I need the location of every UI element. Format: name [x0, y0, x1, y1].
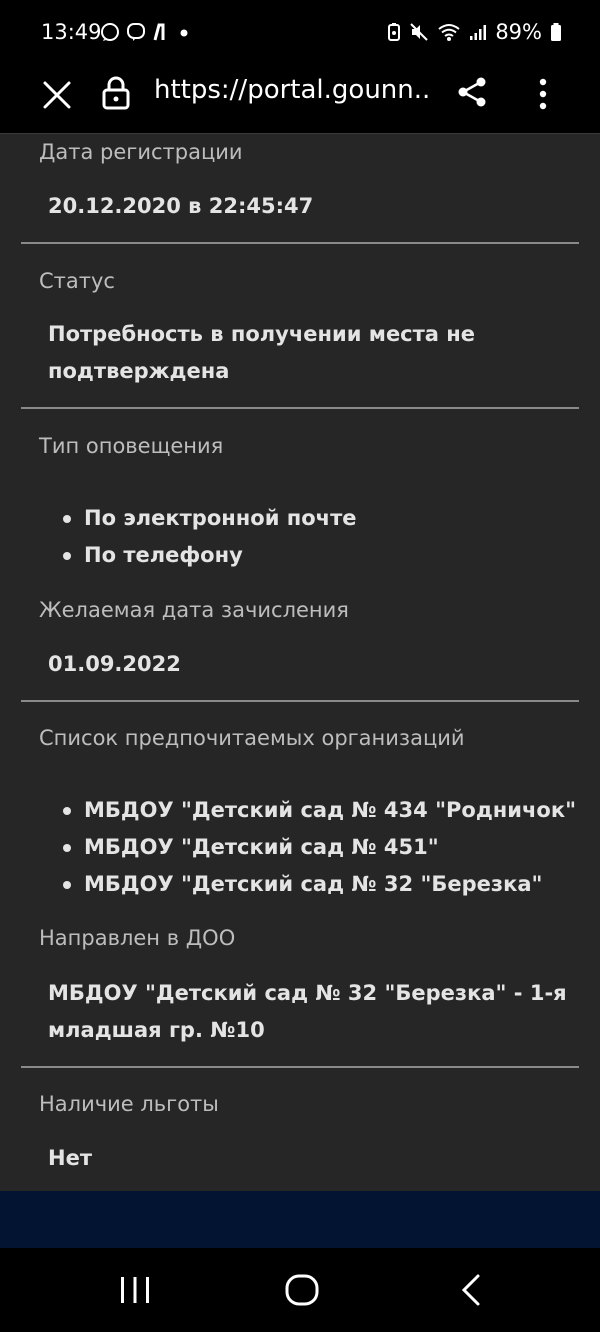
battery-icon	[551, 23, 561, 41]
list-item: По электронной почте	[60, 500, 600, 537]
orgs-label: Список предпочитаемых организаций	[39, 726, 465, 750]
directed-value: МБДОУ "Детский сад № 32 "Березка" - 1-я …	[48, 981, 567, 1042]
list-item: МБДОУ "Детский сад № 451"	[60, 829, 600, 866]
battery-percent: 89%	[495, 20, 542, 44]
page-content: Дата регистрации 20.12.2020 в 22:45:47 С…	[0, 134, 600, 1191]
reg-date-value: 20.12.2020 в 22:45:47	[48, 194, 314, 218]
wifi-icon	[438, 24, 460, 41]
url-bar[interactable]: https://portal.gounn....	[154, 75, 432, 105]
notify-label: Тип оповещения	[39, 434, 224, 458]
recent-apps-icon[interactable]	[118, 1272, 152, 1308]
lock-icon[interactable]	[101, 75, 131, 111]
divider	[21, 407, 579, 409]
browser-toolbar: https://portal.gounn....	[0, 64, 600, 134]
signal-icon	[470, 25, 487, 40]
orgs-list: МБДОУ "Детский сад № 434 "Родничок" МБДО…	[60, 792, 600, 903]
desired-date-value: 01.09.2022	[48, 652, 181, 676]
list-item: МБДОУ "Детский сад № 32 "Березка"	[60, 866, 600, 903]
viber-icon	[127, 23, 145, 41]
list-item: МБДОУ "Детский сад № 434 "Родничок"	[60, 792, 600, 829]
notification-icons	[100, 22, 192, 42]
home-icon[interactable]	[284, 1272, 320, 1308]
more-vert-icon[interactable]	[530, 74, 556, 114]
divider	[21, 242, 579, 244]
mute-icon	[410, 23, 429, 41]
benefit-label: Наличие льготы	[39, 1092, 219, 1116]
divider	[21, 700, 579, 702]
status-bar: 13:49 89%	[0, 0, 600, 64]
notify-list: По электронной почте По телефону	[60, 500, 600, 574]
share-icon[interactable]	[456, 76, 488, 108]
desired-date-label: Желаемая дата зачисления	[39, 598, 349, 622]
page-footer	[0, 1191, 600, 1248]
battery-saver-icon	[388, 23, 401, 41]
whatsapp-icon	[101, 23, 119, 41]
reg-date-label: Дата регистрации	[39, 140, 243, 164]
status-value: Потребность в получении места не подтвер…	[48, 322, 476, 383]
benefit-value: Нет	[48, 1146, 92, 1170]
close-icon[interactable]	[40, 78, 74, 112]
system-status: 89%	[387, 20, 562, 44]
dot-icon	[180, 29, 188, 37]
directed-label: Направлен в ДОО	[39, 926, 236, 950]
back-icon[interactable]	[456, 1272, 486, 1308]
list-item: По телефону	[60, 537, 600, 574]
status-time: 13:49	[41, 20, 102, 44]
navigation-bar	[0, 1248, 600, 1332]
app-notification-icon	[153, 23, 165, 41]
divider	[21, 1066, 579, 1068]
status-label: Статус	[39, 269, 115, 293]
